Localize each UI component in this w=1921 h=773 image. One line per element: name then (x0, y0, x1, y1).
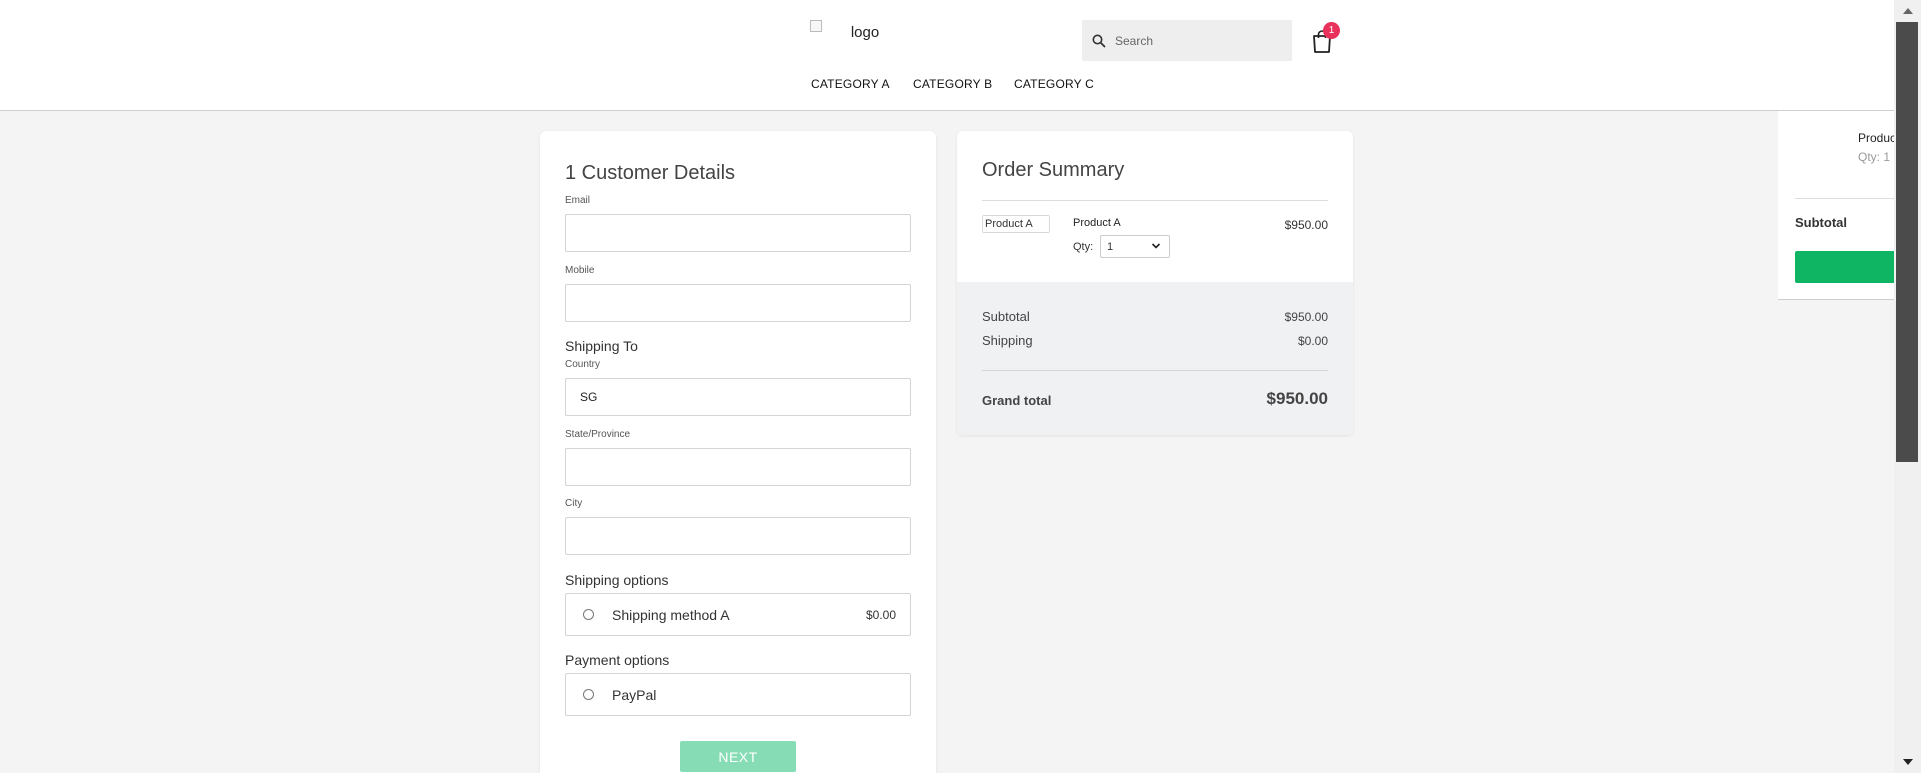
nav-category-a[interactable]: CATEGORY A (811, 77, 890, 91)
scrollbar-thumb[interactable] (1896, 22, 1918, 462)
shipping-to-heading: Shipping To (565, 338, 638, 354)
search-input[interactable] (1115, 33, 1285, 48)
qty-value: 1 (1107, 240, 1114, 253)
totals-section: Subtotal $950.00 Shipping $0.00 Grand to… (957, 282, 1353, 435)
qty-label: Qty: (1073, 241, 1094, 253)
drawer-product-name: Product A (1858, 131, 1894, 145)
product-price: $950.00 (1284, 218, 1328, 232)
subtotal-value: $950.00 (1284, 310, 1328, 324)
grand-total-label: Grand total (982, 393, 1052, 408)
payment-method-option[interactable]: PayPal (565, 673, 911, 716)
checkout-page: logo 1 CATEGORY A CATEGORY B CATEGORY C … (0, 0, 1921, 773)
site-header: logo 1 CATEGORY A CATEGORY B CATEGORY C (0, 0, 1921, 111)
order-summary-card: Order Summary Product A Product A $950.0… (957, 131, 1353, 435)
mobile-field[interactable] (565, 284, 911, 322)
payment-method-label: PayPal (612, 686, 657, 703)
category-nav: CATEGORY A CATEGORY B CATEGORY C (0, 77, 1921, 93)
qty-select[interactable]: 1 (1100, 235, 1170, 258)
vertical-scrollbar[interactable] (1894, 0, 1921, 773)
search-icon (1092, 34, 1106, 47)
nav-category-b[interactable]: CATEGORY B (913, 77, 992, 91)
shipping-options-heading: Shipping options (565, 572, 669, 588)
product-name: Product A (1073, 217, 1121, 229)
customer-details-card: 1 Customer Details Email Mobile Shipping… (540, 131, 936, 773)
email-field[interactable] (565, 214, 911, 252)
city-label: City (565, 498, 583, 509)
shipping-label: Shipping (982, 333, 1033, 348)
divider (982, 370, 1328, 371)
shipping-method-label: Shipping method A (612, 606, 730, 623)
drawer-product-qty: Qty: 1 (1858, 150, 1891, 164)
shipping-value: $0.00 (1297, 334, 1328, 348)
country-label: Country (565, 359, 601, 370)
divider (1795, 198, 1894, 199)
country-field[interactable] (565, 378, 911, 416)
grand-total-value: $950.00 (1266, 389, 1328, 408)
cart-drawer: Product A Qty: 1 Subtotal (1778, 111, 1894, 300)
paypal-radio[interactable] (583, 689, 594, 700)
city-field[interactable] (565, 517, 911, 555)
search-box (1082, 20, 1292, 61)
scroll-down-arrow[interactable] (1894, 751, 1921, 773)
drawer-checkout-button[interactable] (1795, 251, 1894, 283)
broken-image-icon (810, 20, 822, 32)
mobile-label: Mobile (565, 265, 595, 276)
shipping-method-option[interactable]: Shipping method A $0.00 (565, 593, 911, 636)
customer-details-title: 1 Customer Details (565, 162, 736, 184)
scroll-up-arrow[interactable] (1894, 0, 1921, 22)
shipping-method-radio[interactable] (583, 609, 594, 620)
triangle-up-icon (1902, 8, 1913, 14)
nav-category-c[interactable]: CATEGORY C (1014, 77, 1094, 91)
drawer-subtotal-label: Subtotal (1795, 215, 1847, 230)
order-summary-title: Order Summary (982, 159, 1125, 181)
cart-count-badge: 1 (1323, 22, 1340, 39)
next-button[interactable]: NEXT (680, 741, 796, 772)
state-label: State/Province (565, 429, 631, 440)
triangle-down-icon (1902, 759, 1913, 765)
divider (982, 200, 1328, 201)
email-label: Email (565, 195, 591, 206)
logo-alt-text: logo (850, 23, 880, 41)
subtotal-label: Subtotal (982, 309, 1030, 324)
shipping-method-price: $0.00 (865, 607, 896, 622)
product-image: Product A (982, 215, 1050, 233)
state-field[interactable] (565, 448, 911, 486)
chevron-down-icon (1151, 243, 1161, 249)
payment-options-heading: Payment options (565, 652, 670, 668)
logo[interactable]: logo (810, 18, 920, 46)
